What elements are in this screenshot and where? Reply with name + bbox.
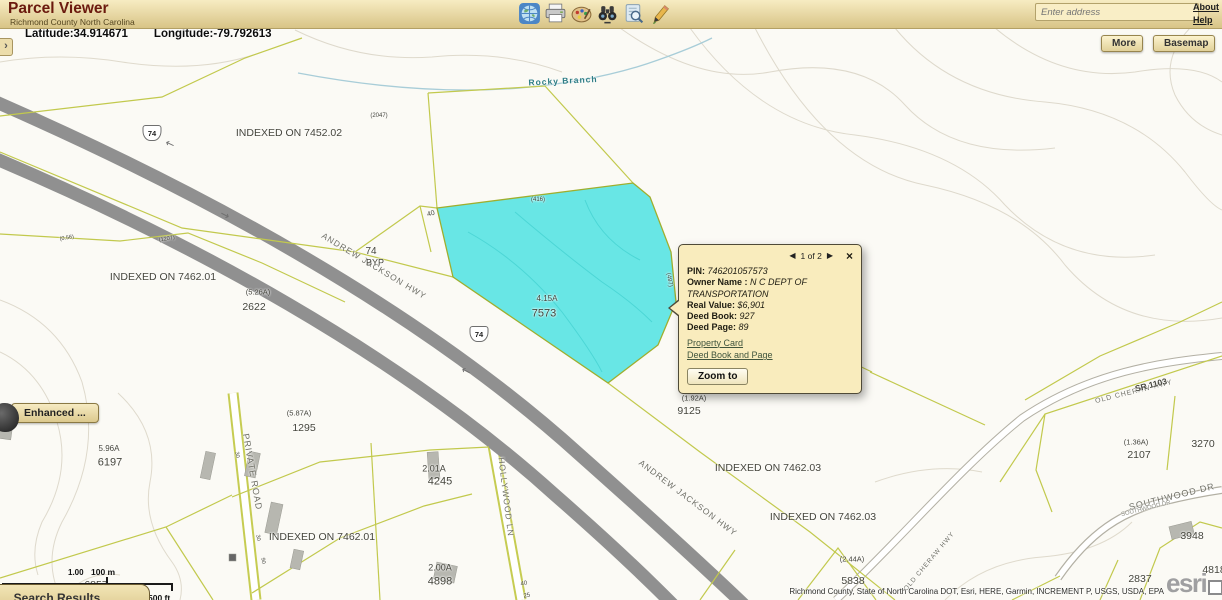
popup-field: Real Value: $6,901: [687, 300, 853, 311]
panel-expand-arrow[interactable]: ›: [0, 38, 13, 56]
zoom-to-button[interactable]: Zoom to: [687, 368, 748, 385]
scale-tick: [106, 577, 108, 583]
coordinates-display: Latitude:34.914671 Longitude:-79.792613: [25, 28, 272, 40]
globe-icon[interactable]: [518, 2, 541, 25]
popup-field: PIN: 746201057573: [687, 266, 853, 277]
popup-header: ◀ 1 of 2 ▶ ×: [679, 245, 861, 263]
enhanced-button[interactable]: Enhanced ...: [11, 403, 99, 423]
esri-logo-mark: [1208, 580, 1222, 595]
popup-field: Deed Page: 89: [687, 322, 853, 333]
popup-field: Deed Book: 927: [687, 311, 853, 322]
popup-prev-arrow[interactable]: ◀: [789, 252, 795, 260]
popup-pager: 1 of 2: [801, 252, 822, 261]
help-link[interactable]: Help: [1193, 14, 1213, 27]
scale-metric-value: 1.00: [68, 568, 84, 577]
draw-icon[interactable]: [570, 2, 593, 25]
scale-metric-unit: 100 m: [91, 567, 115, 577]
app-header: Parcel Viewer Richmond County North Caro…: [0, 0, 1222, 29]
enhanced-tool: Enhanced ...: [0, 403, 99, 423]
popup-link[interactable]: Deed Book and Page: [687, 350, 853, 362]
popup-field: Owner Name : N C DEPT OF TRANSPORTATION: [687, 277, 853, 300]
longitude-readout: Longitude:-79.792613: [154, 28, 272, 40]
app-title: Parcel Viewer: [8, 0, 109, 18]
parcel-viewer-app: Rocky BranchINDEXED ON 7452.02(2047)INDE…: [0, 0, 1222, 600]
popup-next-arrow[interactable]: ▶: [827, 252, 833, 260]
basemap-button[interactable]: Basemap: [1153, 35, 1215, 52]
map-attribution: Richmond County, State of North Carolina…: [789, 587, 1164, 596]
esri-logo-text: esri: [1166, 570, 1206, 596]
address-input[interactable]: [1035, 3, 1199, 21]
popup-close-icon[interactable]: ×: [846, 250, 853, 262]
about-link[interactable]: About: [1193, 1, 1219, 14]
search-results-tab[interactable]: Search Results: [0, 584, 150, 600]
scale-imperial: 500 ft: [148, 593, 170, 600]
esri-logo: esri: [1166, 570, 1222, 596]
popup-link[interactable]: Property Card: [687, 338, 853, 350]
more-button[interactable]: More: [1101, 35, 1143, 52]
popup-links: Property CardDeed Book and Page: [679, 334, 861, 362]
parcel-popup: ◀ 1 of 2 ▶ × PIN: 746201057573Owner Name…: [678, 244, 862, 394]
binoculars-search-icon[interactable]: [596, 2, 619, 25]
popup-pointer-fill: [670, 301, 679, 315]
toolbar: [518, 2, 671, 25]
edit-pencil-icon[interactable]: [648, 2, 671, 25]
popup-fields: PIN: 746201057573Owner Name : N C DEPT O…: [679, 263, 861, 334]
scale-tick: [171, 583, 173, 591]
header-links: About Help: [1193, 1, 1219, 26]
print-icon[interactable]: [544, 2, 567, 25]
latitude-readout: Latitude:34.914671: [25, 28, 128, 40]
identify-icon[interactable]: [622, 2, 645, 25]
map-canvas[interactable]: [0, 0, 1222, 600]
app-subtitle: Richmond County North Carolina: [10, 17, 135, 27]
